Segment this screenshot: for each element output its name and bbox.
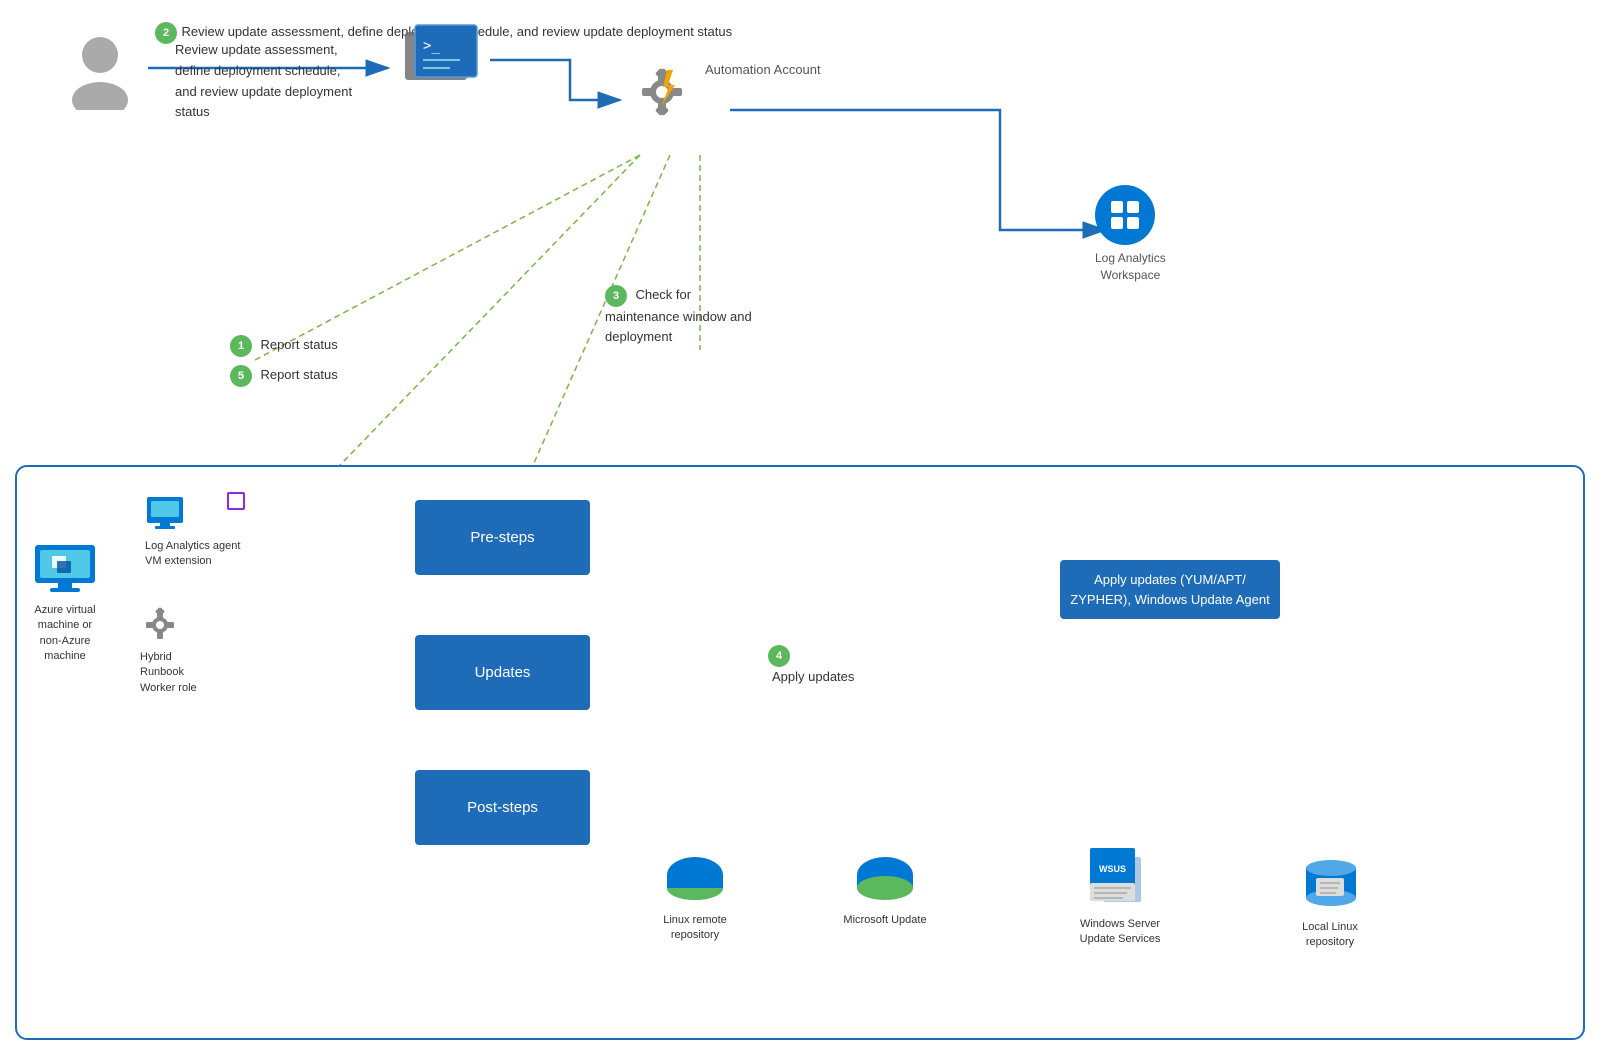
- svg-text:WSUS: WSUS: [1099, 864, 1126, 874]
- log-analytics-label: Log AnalyticsWorkspace: [1095, 250, 1166, 284]
- apply-updates-label: Apply updates (YUM/APT/ ZYPHER), Windows…: [1070, 572, 1269, 607]
- linux-repo-icon: Linux remoterepository: [640, 850, 750, 944]
- step4-badge: 4: [768, 645, 790, 667]
- svg-text:>_: >_: [423, 38, 440, 54]
- automation-account-label: Automation Account: [705, 62, 821, 77]
- pre-steps-box: Pre-steps: [415, 500, 590, 575]
- post-steps-label: Post-steps: [467, 799, 538, 816]
- diagram-container: 2 Review update assessment, define deplo…: [0, 0, 1613, 1056]
- extension-badge: [227, 492, 245, 510]
- local-linux-label: Local Linuxrepository: [1275, 920, 1385, 951]
- step2-badge: 2: [155, 22, 177, 44]
- hybrid-runbook-icon: HybridRunbookWorker role: [140, 605, 197, 696]
- updates-label: Updates: [475, 664, 531, 681]
- bottom-section-box: [15, 465, 1585, 1040]
- step5-label: 5 Report status: [230, 365, 338, 387]
- step4-text: Apply updates: [772, 669, 854, 684]
- msupdate-icon: Microsoft Update: [830, 850, 940, 928]
- step5-badge: 5: [230, 365, 252, 387]
- wsus-icon: WSUS Windows ServerUpdate Services: [1060, 845, 1180, 948]
- pre-steps-label: Pre-steps: [470, 529, 534, 546]
- local-linux-repo-icon: Local Linuxrepository: [1275, 848, 1385, 951]
- azure-vm-icon: Azure virtualmachine ornon-Azuremachine: [30, 540, 100, 665]
- step1-badge: 1: [230, 335, 252, 357]
- step3-label: 3 Check for maintenance window and deplo…: [605, 285, 765, 346]
- linux-repo-label: Linux remoterepository: [640, 913, 750, 944]
- step5-text: Report status: [260, 367, 337, 382]
- vm-label: Azure virtualmachine ornon-Azuremachine: [30, 603, 100, 665]
- step2-description: Review update assessment, define deploym…: [175, 40, 360, 123]
- step3-text: Check for maintenance window and deploym…: [605, 287, 752, 344]
- agent-label: Log Analytics agentVM extension: [145, 539, 240, 570]
- step3-badge: 3: [605, 285, 627, 307]
- portal-icon: >_: [395, 20, 485, 100]
- user-icon: [60, 30, 140, 110]
- msupdate-label: Microsoft Update: [830, 913, 940, 928]
- step2-desc-text: Review update assessment, define deploym…: [175, 42, 352, 119]
- step4-label: 4 Apply updates: [768, 645, 854, 684]
- agent-icon: Log Analytics agentVM extension: [145, 495, 240, 570]
- step1-text: Report status: [260, 337, 337, 352]
- post-steps-box: Post-steps: [415, 770, 590, 845]
- automation-account-icon: [625, 55, 700, 135]
- log-analytics-circle: [1095, 185, 1155, 245]
- updates-box: Updates: [415, 635, 590, 710]
- log-analytics-icon: Log AnalyticsWorkspace: [1095, 185, 1166, 284]
- apply-updates-box: Apply updates (YUM/APT/ ZYPHER), Windows…: [1060, 560, 1280, 619]
- hybrid-label: HybridRunbookWorker role: [140, 650, 197, 696]
- wsus-label: Windows ServerUpdate Services: [1060, 917, 1180, 948]
- step1-label: 1 Report status: [230, 335, 338, 357]
- automation-account-text: Automation Account: [705, 62, 821, 77]
